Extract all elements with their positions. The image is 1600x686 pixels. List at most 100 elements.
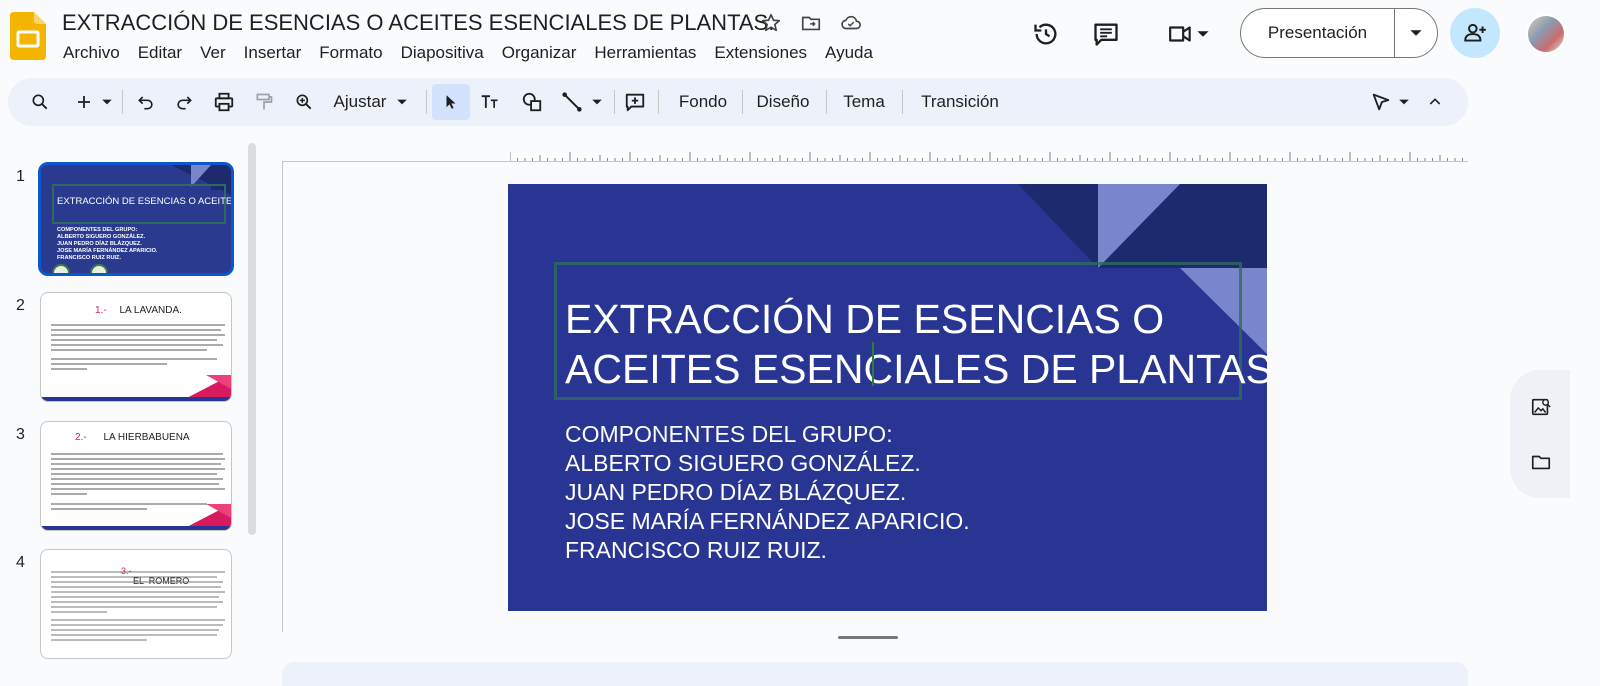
menu-formato[interactable]: Formato bbox=[310, 41, 391, 65]
menu-organizar[interactable]: Organizar bbox=[493, 41, 586, 65]
layout-button[interactable]: Diseño bbox=[750, 88, 816, 116]
slide-title-line: EXTRACCIÓN DE ESENCIAS O bbox=[565, 296, 1165, 342]
avatar[interactable] bbox=[1526, 14, 1566, 54]
toolbar-divider bbox=[742, 90, 743, 114]
thumb-line: JUAN PEDRO DÍAZ BLÁZQUEZ. bbox=[57, 241, 142, 247]
vertical-ruler bbox=[282, 162, 283, 632]
thumb-line: FRANCISCO RUIZ RUIZ. bbox=[57, 255, 122, 261]
subtitle-line: FRANCISCO RUIZ RUIZ. bbox=[565, 537, 827, 563]
subtitle-line: ALBERTO SIGUERO GONZÁLEZ. bbox=[565, 450, 921, 476]
select-tool-icon[interactable] bbox=[432, 84, 470, 120]
add-comment-icon[interactable] bbox=[620, 88, 650, 116]
subtitle-line: JUAN PEDRO DÍAZ BLÁZQUEZ. bbox=[565, 479, 907, 505]
pointer-icon bbox=[1372, 93, 1390, 111]
ruler-line bbox=[282, 161, 1468, 162]
menu-herramientas[interactable]: Herramientas bbox=[585, 41, 705, 65]
side-panel bbox=[1510, 370, 1570, 498]
toolbar-divider bbox=[826, 90, 827, 114]
menu-diapositiva[interactable]: Diapositiva bbox=[392, 41, 493, 65]
cloud-status-icon[interactable] bbox=[838, 10, 864, 36]
menu-insertar[interactable]: Insertar bbox=[235, 41, 311, 65]
line-tool-button[interactable] bbox=[558, 88, 606, 116]
zoom-select[interactable]: Ajustar bbox=[326, 88, 416, 116]
share-button[interactable] bbox=[1450, 8, 1500, 58]
menu-ver[interactable]: Ver bbox=[191, 41, 235, 65]
menu-ayuda[interactable]: Ayuda bbox=[816, 41, 882, 65]
slide-subtitle[interactable]: COMPONENTES DEL GRUPO: ALBERTO SIGUERO G… bbox=[565, 420, 970, 565]
toolbar-divider bbox=[902, 90, 903, 114]
zoom-select-label: Ajustar bbox=[333, 92, 387, 111]
slide-thumbnail-4[interactable]: 3.- EL ROMERO bbox=[40, 549, 232, 659]
subtitle-line: COMPONENTES DEL GRUPO: bbox=[565, 421, 893, 447]
slide-thumbnail-3[interactable]: 2.- LA HIERBABUENA bbox=[40, 421, 232, 531]
chevron-down-icon bbox=[1399, 99, 1409, 105]
toolbar: Ajustar Fondo Diseño Tema Transición bbox=[8, 78, 1468, 126]
present-button[interactable]: Presentación bbox=[1241, 9, 1395, 57]
menu-extensiones[interactable]: Extensiones bbox=[705, 41, 816, 65]
slide-thumbnail-1[interactable]: EXTRACCIÓN DE ESENCIAS O ACEITES ESENCIA… bbox=[38, 162, 234, 276]
slide-number: 3 bbox=[16, 426, 25, 443]
slide-thumbnail-2[interactable]: 1.- LA LAVANDA. bbox=[40, 292, 232, 402]
menu-bar: Archivo Editar Ver Insertar Formato Diap… bbox=[54, 41, 882, 65]
menu-editar[interactable]: Editar bbox=[129, 41, 191, 65]
toolbar-divider bbox=[122, 90, 123, 114]
background-button[interactable]: Fondo bbox=[668, 88, 738, 116]
subtitle-line: JOSE MARÍA FERNÁNDEZ APARICIO. bbox=[565, 508, 970, 534]
thumb-subtitle: COMPONENTES DEL GRUPO: ALBERTO SIGUERO G… bbox=[57, 227, 158, 262]
chevron-down-icon bbox=[1197, 31, 1209, 37]
thumb-line: JOSE MARÍA FERNÁNDEZ APARICIO. bbox=[57, 248, 158, 254]
comments-icon[interactable] bbox=[1090, 18, 1122, 50]
layout-button-label: Diseño bbox=[756, 92, 810, 111]
search-menus-icon[interactable] bbox=[26, 88, 54, 116]
chevron-down-icon bbox=[397, 99, 408, 105]
paint-format-icon[interactable] bbox=[250, 88, 278, 116]
zoom-icon[interactable] bbox=[290, 88, 318, 116]
thumb-text-lines bbox=[51, 571, 225, 641]
new-slide-button[interactable] bbox=[70, 88, 118, 116]
speaker-notes-bar[interactable] bbox=[282, 662, 1468, 686]
collapse-toolbar-icon[interactable] bbox=[1422, 88, 1448, 116]
slide-title[interactable]: EXTRACCIÓN DE ESENCIAS O ACEITES ESENCIA… bbox=[565, 294, 1267, 394]
thumb-corner-decoration bbox=[41, 504, 231, 530]
shape-icon[interactable] bbox=[518, 88, 546, 116]
speaker-notes-resize-handle[interactable] bbox=[838, 636, 898, 639]
slide-title-line: ACEITES ESENCIALES DE PLANTAS. bbox=[565, 346, 1267, 392]
line-icon bbox=[562, 92, 582, 112]
menu-archivo[interactable]: Archivo bbox=[54, 41, 129, 65]
transition-button-label: Transición bbox=[921, 92, 999, 111]
present-dropdown-button[interactable] bbox=[1395, 9, 1437, 57]
plus-icon bbox=[78, 96, 90, 108]
thumb-corner-decoration bbox=[41, 375, 231, 401]
add-person-icon bbox=[1464, 23, 1486, 42]
move-folder-icon[interactable] bbox=[798, 10, 824, 36]
toolbar-divider bbox=[658, 90, 659, 114]
thumb-title: EXTRACCIÓN DE ESENCIAS O ACEITES ESENCIA… bbox=[57, 196, 233, 207]
folder-icon[interactable] bbox=[1528, 449, 1554, 475]
chevron-down-icon bbox=[102, 99, 112, 105]
slide-number: 2 bbox=[16, 297, 25, 314]
star-icon[interactable] bbox=[758, 10, 784, 36]
toolbar-divider bbox=[614, 90, 615, 114]
thumb-line: ALBERTO SIGUERO GONZÁLEZ. bbox=[57, 234, 146, 240]
print-icon[interactable] bbox=[210, 88, 238, 116]
text-box-icon[interactable] bbox=[476, 88, 504, 116]
document-title[interactable]: EXTRACCIÓN DE ESENCIAS O ACEITES ESENCIA… bbox=[62, 10, 774, 36]
undo-icon[interactable] bbox=[132, 88, 160, 116]
slide-main[interactable]: EXTRACCIÓN DE ESENCIAS O ACEITES ESENCIA… bbox=[508, 184, 1267, 611]
version-history-icon[interactable] bbox=[1030, 18, 1062, 50]
theme-button-label: Tema bbox=[843, 92, 885, 111]
redo-icon[interactable] bbox=[170, 88, 198, 116]
slides-logo-icon[interactable] bbox=[10, 12, 46, 60]
text-cursor bbox=[872, 342, 874, 386]
present-button-group: Presentación bbox=[1240, 8, 1438, 58]
meet-button[interactable] bbox=[1158, 18, 1218, 50]
pointer-menu-button[interactable] bbox=[1366, 88, 1414, 116]
theme-button[interactable]: Tema bbox=[834, 88, 894, 116]
chevron-down-icon bbox=[592, 99, 602, 105]
slide-number: 4 bbox=[16, 554, 25, 571]
image-search-icon[interactable] bbox=[1528, 394, 1554, 420]
filmstrip-scrollbar[interactable] bbox=[248, 143, 256, 535]
slide-number: 1 bbox=[16, 168, 25, 185]
chevron-down-icon bbox=[1410, 30, 1422, 36]
transition-button[interactable]: Transición bbox=[912, 88, 1008, 116]
